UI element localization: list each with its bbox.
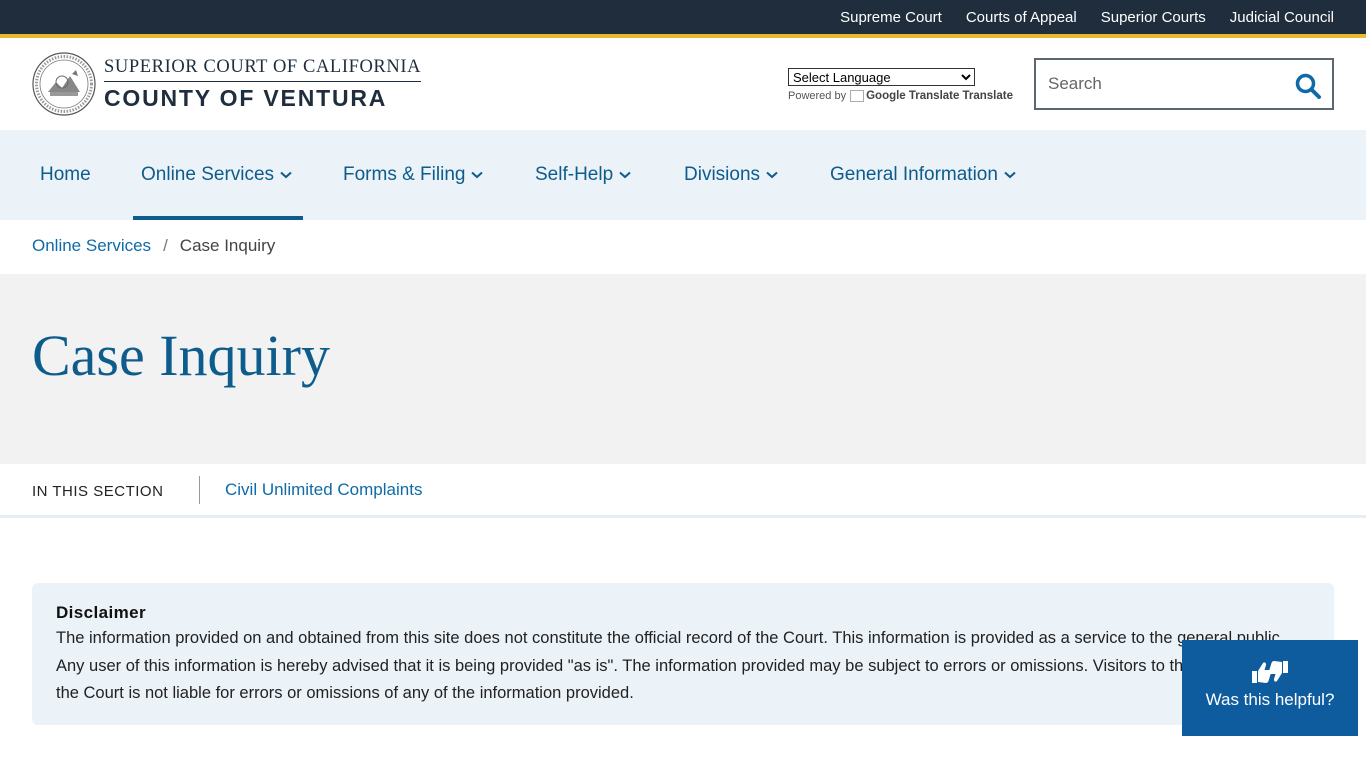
feedback-label: Was this helpful? — [1205, 690, 1335, 709]
thumbs-up-down-icon — [1252, 661, 1288, 683]
search-box — [1034, 58, 1334, 110]
chevron-down-icon — [471, 171, 484, 179]
top-link-superior-courts[interactable]: Superior Courts — [1101, 9, 1206, 26]
chevron-down-icon — [619, 171, 631, 179]
nav-item-general-information[interactable]: General Information — [830, 130, 1016, 220]
site-header: SUPERIOR COURT OF CALIFORNIA COUNTY OF V… — [0, 38, 1366, 130]
page-hero: Case Inquiry — [0, 274, 1366, 464]
google-translate-widget: Select Language Powered by Google Transl… — [788, 68, 1013, 102]
top-link-courts-of-appeal[interactable]: Courts of Appeal — [966, 9, 1077, 26]
nav-item-label: General Information — [830, 164, 998, 185]
section-link-civil-unlimited-complaints[interactable]: Civil Unlimited Complaints — [225, 480, 422, 500]
nav-item-label: Online Services — [141, 164, 275, 185]
nav-item-home[interactable]: Home — [40, 130, 91, 220]
nav-item-label: Home — [40, 164, 91, 185]
main-navigation: Home Online Services Forms & Filing Self… — [0, 130, 1366, 220]
powered-by-line: Powered by Google Translate Translate — [788, 90, 1013, 102]
disclaimer-box: Disclaimer The information provided on a… — [32, 583, 1334, 725]
logo-text: SUPERIOR COURT OF CALIFORNIA COUNTY OF V… — [104, 57, 422, 112]
top-link-supreme-court[interactable]: Supreme Court — [840, 9, 942, 26]
logo-court-name: SUPERIOR COURT OF CALIFORNIA — [104, 57, 422, 82]
google-translate-image-icon — [850, 90, 865, 102]
feedback-widget-button[interactable]: Was this helpful? — [1182, 640, 1358, 736]
breadcrumb-separator: / — [163, 236, 168, 255]
chevron-down-icon — [280, 171, 292, 179]
search-input[interactable] — [1048, 72, 1278, 96]
nav-item-self-help[interactable]: Self-Help — [535, 130, 631, 220]
disclaimer-text: The information provided on and obtained… — [56, 629, 1305, 702]
page-title: Case Inquiry — [32, 323, 330, 388]
court-seal-icon — [32, 52, 96, 116]
section-divider — [199, 476, 200, 504]
nav-item-label: Divisions — [684, 164, 761, 185]
translate-link[interactable]: Translate — [962, 90, 1013, 102]
top-utility-bar: Supreme Court Courts of Appeal Superior … — [0, 0, 1366, 34]
language-select[interactable]: Select Language — [788, 68, 975, 86]
search-icon[interactable] — [1294, 72, 1322, 100]
in-this-section-label: IN THIS SECTION — [32, 483, 164, 500]
top-link-judicial-council[interactable]: Judicial Council — [1230, 9, 1334, 26]
nav-item-forms-filing[interactable]: Forms & Filing — [343, 130, 484, 220]
breadcrumb-current: Case Inquiry — [179, 236, 276, 255]
logo-county-name: COUNTY OF VENTURA — [104, 84, 388, 111]
nav-item-divisions[interactable]: Divisions — [684, 130, 778, 220]
breadcrumb: Online Services / Case Inquiry — [32, 236, 275, 256]
chevron-down-icon — [766, 171, 778, 179]
nav-item-label: Forms & Filing — [343, 164, 466, 185]
chevron-down-icon — [1004, 171, 1016, 179]
powered-by-label: Powered by — [788, 90, 847, 102]
top-links: Supreme Court Courts of Appeal Superior … — [840, 0, 1334, 34]
nav-item-online-services[interactable]: Online Services — [133, 130, 303, 220]
breadcrumb-link-online-services[interactable]: Online Services — [32, 236, 151, 256]
nav-item-label: Self-Help — [535, 164, 614, 185]
in-this-section-bar: IN THIS SECTION Civil Unlimited Complain… — [0, 464, 1366, 518]
disclaimer-heading: Disclaimer — [56, 603, 146, 622]
google-translate-alt-text: Google Translate — [866, 90, 960, 102]
site-logo[interactable]: SUPERIOR COURT OF CALIFORNIA COUNTY OF V… — [32, 52, 422, 116]
